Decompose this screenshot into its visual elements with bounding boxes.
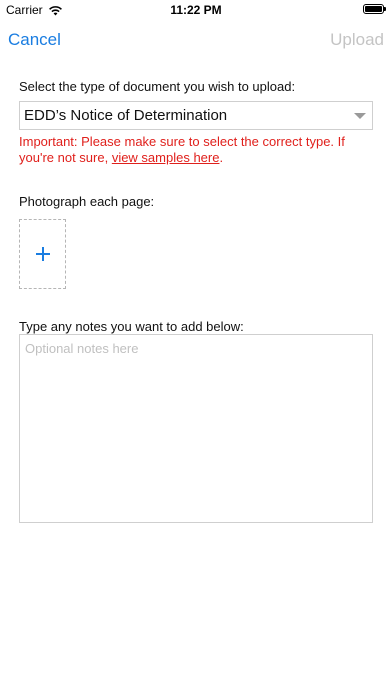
- notes-field[interactable]: [19, 334, 373, 523]
- chevron-down-icon: [354, 113, 366, 119]
- photograph-label: Photograph each page:: [19, 194, 155, 209]
- view-samples-link[interactable]: view samples here: [112, 150, 220, 165]
- upload-button[interactable]: Upload: [330, 30, 384, 50]
- status-bar: Carrier 11:22 PM: [0, 0, 392, 20]
- navigation-bar: Cancel Upload: [0, 20, 392, 62]
- status-time: 11:22 PM: [170, 3, 222, 17]
- battery-full-icon: [363, 4, 386, 14]
- document-type-warning: Important: Please make sure to select th…: [19, 134, 379, 166]
- document-type-value: EDD’s Notice of Determination: [24, 107, 228, 124]
- document-type-label: Select the type of document you wish to …: [19, 79, 296, 94]
- document-type-select[interactable]: EDD’s Notice of Determination: [19, 101, 373, 130]
- warning-end: .: [219, 150, 224, 165]
- add-photo-button[interactable]: [19, 219, 66, 289]
- plus-icon: [35, 247, 50, 261]
- notes-label: Type any notes you want to add below:: [19, 319, 244, 334]
- upload-document-screen: Carrier 11:22 PM Cancel Upload Select th…: [0, 0, 392, 696]
- cancel-button[interactable]: Cancel: [8, 30, 61, 50]
